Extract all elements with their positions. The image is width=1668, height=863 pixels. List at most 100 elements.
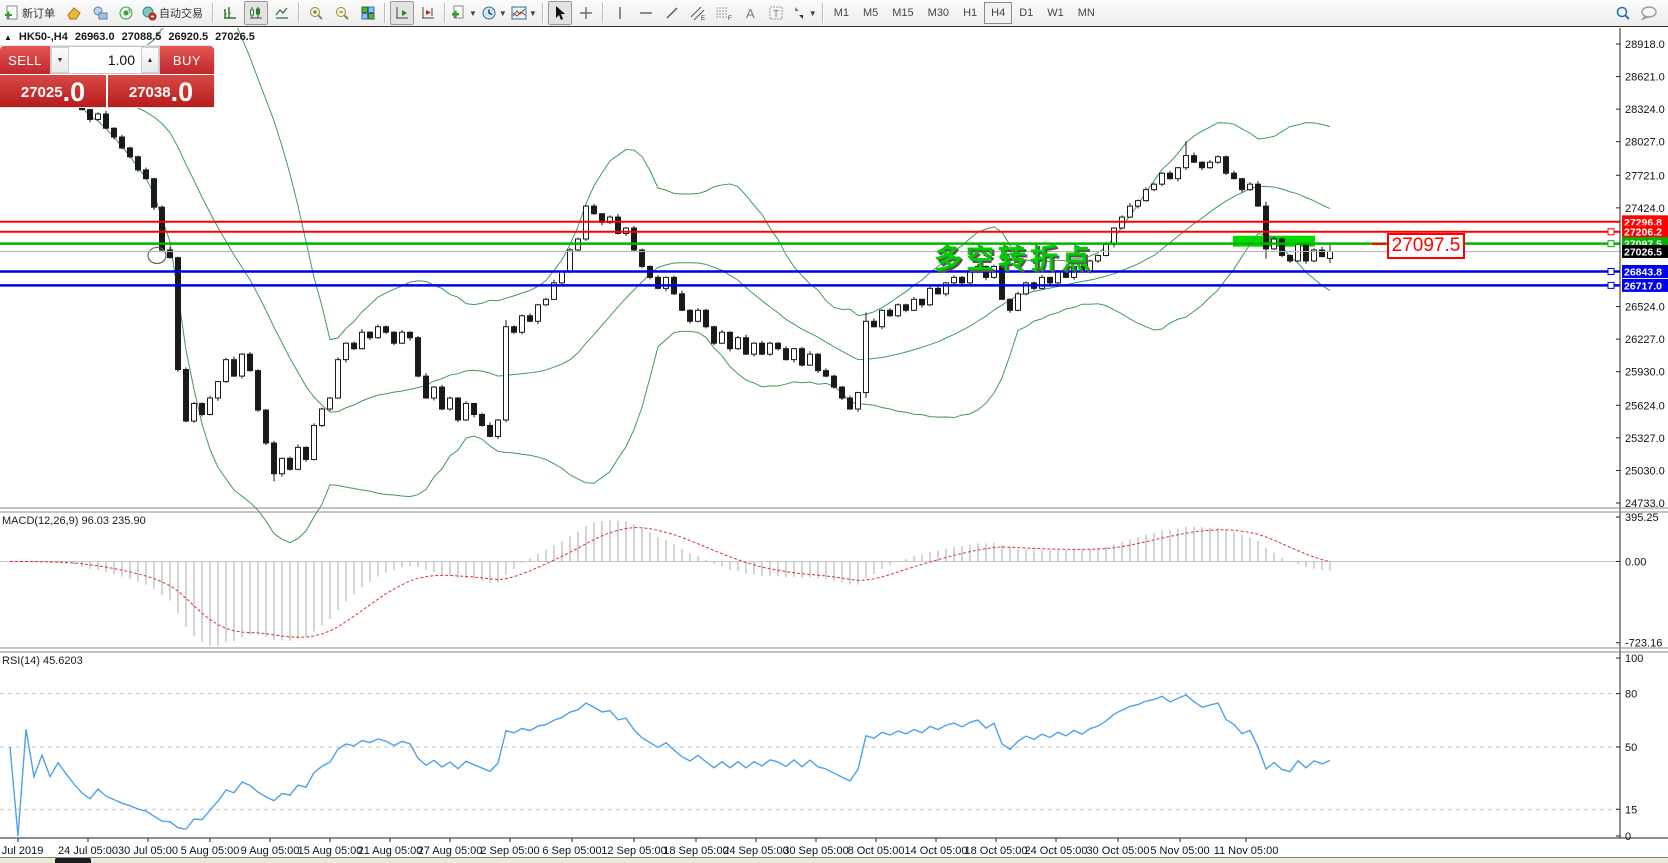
- tf-mn[interactable]: MN: [1071, 2, 1102, 24]
- candle[interactable]: [456, 398, 461, 420]
- candle[interactable]: [904, 305, 909, 310]
- candle[interactable]: [856, 393, 861, 409]
- candlestick-chart-button[interactable]: [244, 1, 268, 25]
- auto-trading-button[interactable]: 自动交易: [140, 1, 208, 25]
- candle[interactable]: [888, 310, 893, 315]
- candle[interactable]: [232, 360, 237, 376]
- candle[interactable]: [1144, 190, 1149, 201]
- cursor-button[interactable]: [548, 1, 572, 25]
- hline-handle[interactable]: [1608, 282, 1614, 288]
- tf-w1[interactable]: W1: [1040, 2, 1071, 24]
- candle[interactable]: [656, 277, 661, 288]
- candle[interactable]: [1328, 251, 1333, 258]
- buy-button[interactable]: BUY: [160, 46, 214, 74]
- candle[interactable]: [480, 414, 485, 425]
- candle[interactable]: [1208, 162, 1213, 167]
- candle[interactable]: [728, 332, 733, 348]
- new-order-button[interactable]: 新订单: [3, 1, 60, 25]
- candle[interactable]: [936, 288, 941, 293]
- candle[interactable]: [840, 387, 845, 398]
- chart-canvas[interactable]: 27296.827206.227097.526843.826717.027026…: [0, 28, 1668, 863]
- hline-handle[interactable]: [1608, 229, 1614, 235]
- candle[interactable]: [520, 316, 525, 332]
- candle[interactable]: [376, 327, 381, 338]
- candle[interactable]: [688, 310, 693, 321]
- candle[interactable]: [544, 299, 549, 304]
- candle[interactable]: [144, 170, 149, 179]
- candle[interactable]: [496, 420, 501, 436]
- candle[interactable]: [872, 321, 877, 326]
- candle[interactable]: [1296, 244, 1301, 260]
- candle[interactable]: [680, 294, 685, 310]
- chart-shift-button[interactable]: [416, 1, 440, 25]
- tf-h4[interactable]: H4: [984, 2, 1012, 24]
- candle[interactable]: [792, 349, 797, 360]
- candle[interactable]: [304, 447, 309, 459]
- vertical-line-button[interactable]: [608, 1, 632, 25]
- candle[interactable]: [760, 343, 765, 354]
- candle[interactable]: [440, 387, 445, 409]
- candle[interactable]: [296, 447, 301, 469]
- candle[interactable]: [472, 404, 477, 415]
- candle[interactable]: [184, 370, 189, 422]
- candle[interactable]: [912, 299, 917, 310]
- candle[interactable]: [1152, 184, 1157, 189]
- candle[interactable]: [448, 398, 453, 409]
- buy-price[interactable]: 27038.0: [108, 75, 214, 107]
- equidistant-channel-button[interactable]: E: [686, 1, 710, 25]
- candle[interactable]: [360, 332, 365, 348]
- zoom-in-button[interactable]: [304, 1, 328, 25]
- candle[interactable]: [1192, 156, 1197, 163]
- candle[interactable]: [344, 343, 349, 359]
- candle[interactable]: [768, 343, 773, 354]
- candle[interactable]: [272, 443, 277, 474]
- candle[interactable]: [488, 425, 493, 436]
- market-watch-button[interactable]: [62, 1, 86, 25]
- candle[interactable]: [1016, 294, 1021, 310]
- bull-bear-turning-point-note[interactable]: 多空转折点: [934, 237, 1094, 277]
- text-button[interactable]: A: [738, 1, 762, 25]
- candle[interactable]: [352, 343, 357, 348]
- chat-button[interactable]: [1637, 1, 1661, 25]
- candle[interactable]: [704, 310, 709, 326]
- candle[interactable]: [1136, 201, 1141, 206]
- zoom-out-button[interactable]: [330, 1, 354, 25]
- candle[interactable]: [848, 398, 853, 409]
- price-callout-box[interactable]: 27097.5: [1387, 233, 1465, 259]
- candle[interactable]: [1168, 173, 1173, 178]
- candle[interactable]: [88, 110, 93, 120]
- hline-handle[interactable]: [1608, 241, 1614, 247]
- crosshair-button[interactable]: [574, 1, 598, 25]
- candle[interactable]: [1008, 299, 1013, 310]
- candle[interactable]: [424, 376, 429, 398]
- candle[interactable]: [152, 179, 157, 208]
- candle[interactable]: [400, 332, 405, 343]
- tf-m5[interactable]: M5: [856, 2, 885, 24]
- fibonacci-button[interactable]: F: [712, 1, 736, 25]
- candle[interactable]: [136, 157, 141, 170]
- candle[interactable]: [528, 316, 533, 321]
- sell-button[interactable]: SELL: [0, 46, 50, 74]
- indicators-button[interactable]: ▼: [510, 1, 538, 25]
- candle[interactable]: [384, 327, 389, 332]
- candle[interactable]: [408, 332, 413, 337]
- chart-tab[interactable]: [55, 858, 91, 863]
- candle[interactable]: [1216, 157, 1221, 162]
- candle[interactable]: [248, 354, 253, 370]
- candle[interactable]: [568, 250, 573, 272]
- volume-decrease-button[interactable]: ▼: [51, 47, 69, 73]
- candle[interactable]: [784, 349, 789, 360]
- candle[interactable]: [808, 354, 813, 365]
- trendline-button[interactable]: [660, 1, 684, 25]
- candle[interactable]: [312, 425, 317, 459]
- candle[interactable]: [1288, 255, 1293, 260]
- candle[interactable]: [776, 343, 781, 348]
- candle[interactable]: [1160, 173, 1165, 184]
- candle[interactable]: [256, 371, 261, 410]
- templates-button[interactable]: ▼: [450, 1, 478, 25]
- candle[interactable]: [800, 349, 805, 365]
- tile-windows-button[interactable]: [356, 1, 380, 25]
- candle[interactable]: [664, 277, 669, 288]
- candle[interactable]: [1096, 255, 1101, 260]
- candle[interactable]: [96, 114, 101, 119]
